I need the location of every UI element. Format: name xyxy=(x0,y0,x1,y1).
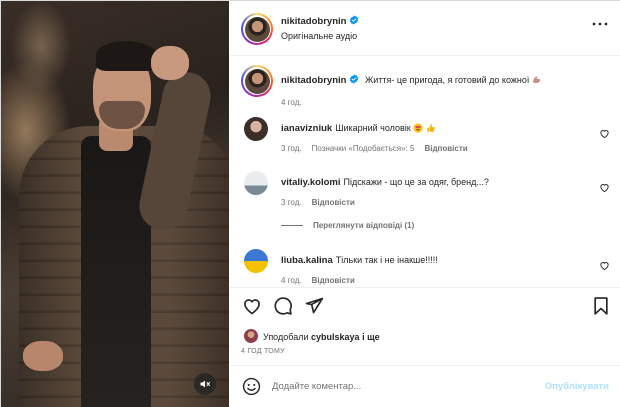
bookmark-icon[interactable] xyxy=(591,296,611,316)
post-caption: nikitadobrynin Життя- це пригода, я гото… xyxy=(241,65,611,107)
heart-icon[interactable] xyxy=(599,260,610,271)
comments-list[interactable]: nikitadobrynin Життя- це пригода, я гото… xyxy=(230,57,620,287)
verified-badge-icon xyxy=(350,15,359,25)
replies-dash xyxy=(281,225,303,227)
caption-text: Життя- це пригода, я готовий до кожної xyxy=(364,75,530,85)
author-avatar[interactable] xyxy=(241,65,273,97)
heart-icon[interactable] xyxy=(599,182,610,193)
post-dialog: nikitadobrynin Оригінальне аудіо nikitad… xyxy=(0,0,620,407)
commenter-username[interactable]: liuba.kalina xyxy=(281,255,333,266)
commenter-avatar[interactable] xyxy=(244,171,268,195)
author-avatar[interactable] xyxy=(241,13,273,45)
comment-text: Підскажи - що це за одяг, бренд...? xyxy=(343,177,489,187)
comment-time[interactable]: 3 год. xyxy=(281,198,302,207)
comment-item: ianavizniuk Шикарний чоловік 3 год. Познач… xyxy=(241,117,611,161)
comment-icon[interactable] xyxy=(273,296,293,316)
flexed-biceps-emoji xyxy=(533,76,541,84)
reply-button[interactable]: Відповісти xyxy=(312,198,355,207)
comment-meta: 3 год. Позначки «Подобається»: 5 Відповіст… xyxy=(281,144,478,153)
view-replies-button[interactable]: Переглянути відповіді (1) xyxy=(281,221,414,230)
comment-item: vitaliy.kolomi Підскажи - що це за одяг, … xyxy=(241,171,611,215)
heart-icon[interactable] xyxy=(599,128,610,139)
caption-time[interactable]: 4 год. xyxy=(281,98,302,107)
caption-username[interactable]: nikitadobrynin xyxy=(281,75,346,86)
heart-eyes-emoji xyxy=(413,123,423,133)
comment-likes-count[interactable]: Позначки «Подобається»: 5 xyxy=(312,144,415,153)
likes-prefix: Уподобали xyxy=(263,332,309,342)
commenter-username[interactable]: vitaliy.kolomi xyxy=(281,177,340,188)
post-header: nikitadobrynin Оригінальне аудіо xyxy=(230,1,620,56)
media-hair xyxy=(96,41,158,71)
mute-icon xyxy=(200,380,210,388)
comment-meta: 4 год. Відповісти xyxy=(281,276,365,285)
share-icon[interactable] xyxy=(304,296,324,316)
likes-summary: Уподобали cybulskaya і ще xyxy=(244,329,380,345)
commenter-avatar[interactable] xyxy=(244,249,268,273)
post-panel: nikitadobrynin Оригінальне аудіо nikitad… xyxy=(230,1,620,407)
comment-text: Шикарний чоловік xyxy=(335,123,411,133)
add-comment-bar: Опублікувати xyxy=(230,366,620,407)
reply-button[interactable]: Відповісти xyxy=(424,144,467,153)
comment-line: vitaliy.kolomi Підскажи - що це за одяг, … xyxy=(281,177,489,188)
post-media[interactable] xyxy=(1,1,229,407)
comment-item: liuba.kalina Тільки так і не інакше!!!!! … xyxy=(241,249,611,287)
media-shirt xyxy=(81,136,151,407)
likes-others[interactable]: і ще xyxy=(362,332,380,342)
audio-label[interactable]: Оригінальне аудіо xyxy=(281,31,357,41)
heart-icon[interactable] xyxy=(242,296,262,316)
mute-button[interactable] xyxy=(194,373,216,395)
verified-badge-icon xyxy=(350,74,359,84)
commenter-avatar[interactable] xyxy=(244,117,268,141)
reply-button[interactable]: Відповісти xyxy=(312,276,355,285)
comment-line: liuba.kalina Тільки так і не інакше!!!!! xyxy=(281,255,438,266)
caption-line: nikitadobrynin Життя- це пригода, я гото… xyxy=(281,74,542,86)
author-username-text[interactable]: nikitadobrynin xyxy=(281,16,346,27)
liker-avatar[interactable] xyxy=(244,329,258,343)
comment-line: ianavizniuk Шикарний чоловік xyxy=(281,123,436,134)
emoji-icon[interactable] xyxy=(242,377,261,396)
commenter-username[interactable]: ianavizniuk xyxy=(281,123,332,134)
view-replies-label[interactable]: Переглянути відповіді (1) xyxy=(313,221,414,230)
action-bar xyxy=(230,288,620,324)
comment-input[interactable] xyxy=(272,376,542,396)
post-timestamp[interactable]: 4 ГОД ТОМУ xyxy=(241,348,285,355)
media-hand xyxy=(23,341,63,371)
media-hand xyxy=(151,46,189,80)
more-icon[interactable] xyxy=(591,17,609,31)
comment-time[interactable]: 4 год. xyxy=(281,276,302,285)
liker-username[interactable]: cybulskaya xyxy=(311,332,360,342)
author-username[interactable]: nikitadobrynin xyxy=(281,15,359,27)
thumbs-up-emoji xyxy=(427,124,435,132)
comment-time[interactable]: 3 год. xyxy=(281,144,302,153)
publish-button[interactable]: Опублікувати xyxy=(545,381,609,392)
comment-meta: 3 год. Відповісти xyxy=(281,198,365,207)
comment-text: Тільки так і не інакше!!!!! xyxy=(335,255,438,265)
